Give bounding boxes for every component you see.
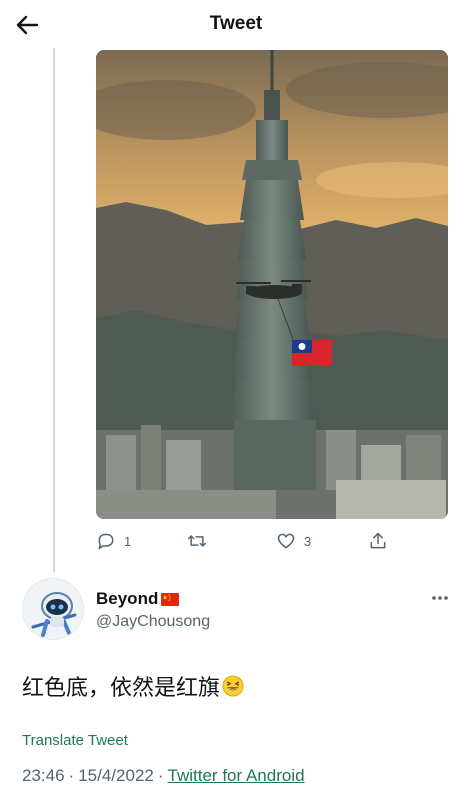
tweet-text-content: 红色底，依然是红旗 xyxy=(22,676,221,701)
tweet-date: 15/4/2022 xyxy=(78,766,154,785)
tweet-photo[interactable] xyxy=(96,50,448,519)
photo-illustration xyxy=(96,50,448,519)
tweet-time: 23:46 xyxy=(22,766,65,785)
back-button[interactable] xyxy=(12,10,42,40)
author-name: Beyond xyxy=(96,589,159,608)
reply-count: 1 xyxy=(124,533,132,549)
thread-connector-line xyxy=(53,48,55,572)
translate-tweet-link[interactable]: Translate Tweet xyxy=(22,732,128,749)
tweet-action-bar: 1 3 xyxy=(96,528,396,554)
retweet-button[interactable] xyxy=(186,528,216,554)
reply-icon xyxy=(98,533,114,550)
avatar-character-icon xyxy=(23,579,83,639)
china-flag-icon xyxy=(161,592,180,606)
grinning-squinting-face-icon xyxy=(222,675,244,697)
more-options-button[interactable] xyxy=(428,586,452,610)
meta-separator-2: · xyxy=(157,766,164,785)
heart-icon xyxy=(277,533,295,549)
share-button[interactable] xyxy=(368,528,388,554)
share-icon xyxy=(370,532,386,549)
tweet-text: 红色底，依然是红旗 xyxy=(22,670,244,702)
avatar[interactable] xyxy=(22,578,84,640)
tweet-meta: 23:46 · 15/4/2022 · Twitter for Android xyxy=(22,766,305,786)
meta-separator: · xyxy=(68,766,75,785)
tweet-author: Beyond @JayChousong xyxy=(22,578,452,642)
page-title: Tweet xyxy=(209,13,263,34)
tweet-source-link[interactable]: Twitter for Android xyxy=(168,766,305,786)
top-bar: Tweet xyxy=(0,0,472,48)
reply-button[interactable]: 1 xyxy=(96,528,131,554)
more-horizontal-icon xyxy=(432,596,448,600)
like-count: 3 xyxy=(304,533,312,549)
author-handle[interactable]: @JayChousong xyxy=(96,613,210,631)
author-name-line[interactable]: Beyond xyxy=(96,589,180,609)
like-button[interactable]: 3 xyxy=(276,528,311,554)
retweet-icon xyxy=(187,535,207,547)
arrow-left-icon xyxy=(16,15,38,35)
